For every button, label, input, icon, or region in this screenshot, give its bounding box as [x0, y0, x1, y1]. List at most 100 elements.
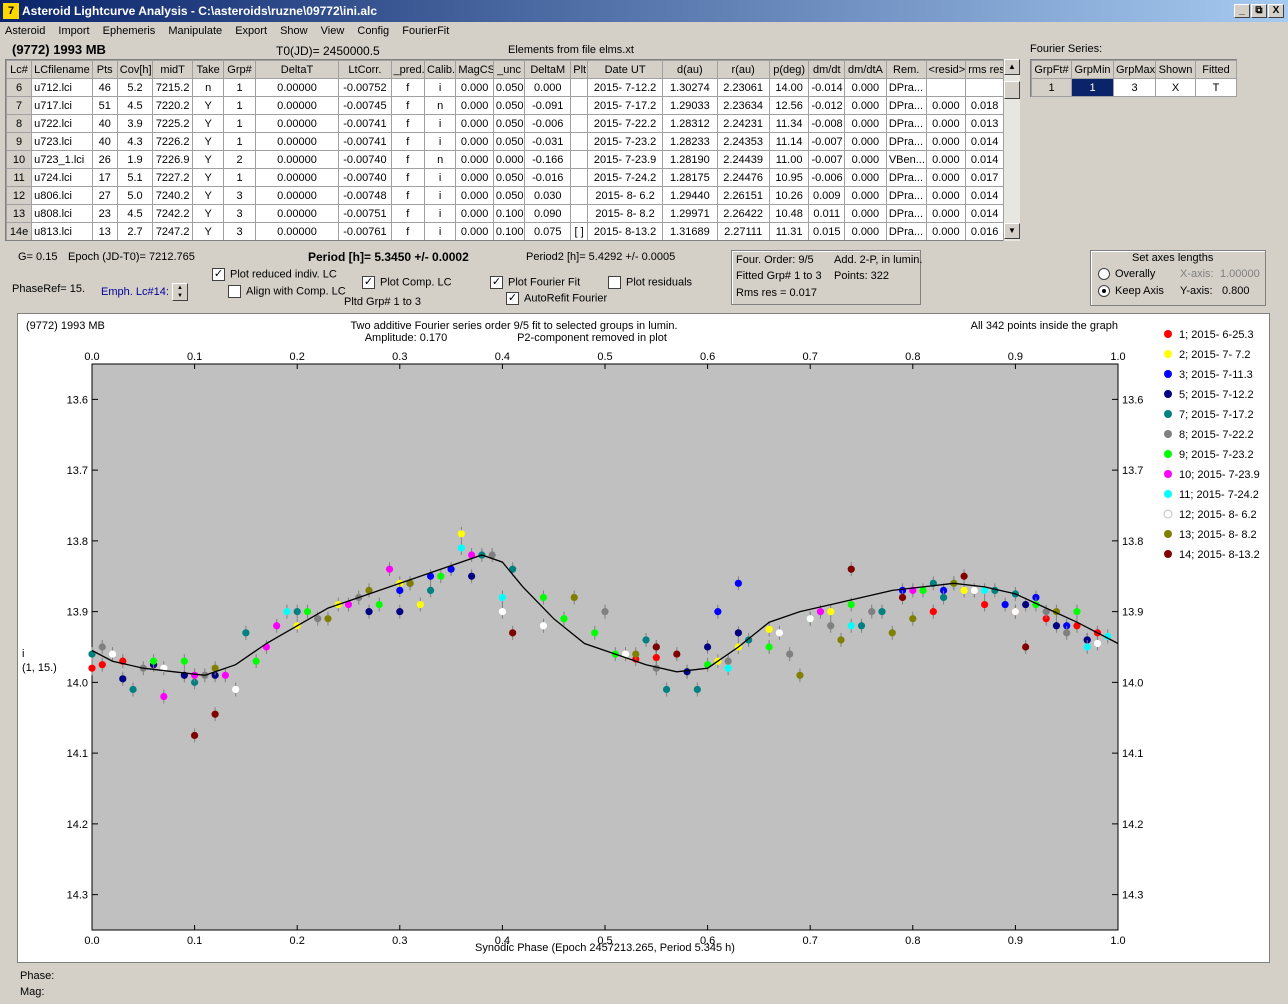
table-cell[interactable]: 1.28190 [662, 150, 718, 169]
table-cell[interactable]: 40 [91, 114, 118, 133]
table-cell[interactable]: -0.00740 [338, 150, 392, 169]
table-cell[interactable]: 0.050 [492, 132, 526, 151]
table-cell[interactable]: 0.000 [844, 204, 887, 223]
table-cell[interactable]: DPra... [885, 114, 927, 133]
table-cell[interactable]: -0.012 [808, 96, 846, 115]
table-cell[interactable]: 0.000 [844, 132, 887, 151]
table-cell[interactable]: i [423, 186, 457, 205]
table-cell[interactable]: 0.050 [492, 186, 526, 205]
table-cell[interactable]: 11.34 [768, 114, 810, 133]
table-cell[interactable]: 2.23061 [716, 78, 770, 97]
table-row[interactable]: 8 u722.lci 40 3.9 7225.2 Y 1 0.00000 -0.00741 f i 0… [6, 114, 1004, 133]
lightcurve-plot[interactable]: (9772) 1993 MB Two additive Fourier serie… [17, 313, 1270, 963]
table-cell[interactable]: 1 [223, 132, 256, 151]
fourier-series-table[interactable]: GrpFt# GrpMin GrpMax Shown Fitted 1 1 3 X T [1030, 59, 1237, 97]
column-header[interactable]: midT [152, 60, 193, 79]
table-cell[interactable]: u723_1.lci [31, 150, 93, 169]
table-cell[interactable]: 51 [91, 96, 118, 115]
scroll-thumb[interactable] [1004, 81, 1020, 99]
restore-button[interactable]: ⧉ [1251, 4, 1267, 18]
lightcurve-chart[interactable]: (9772) 1993 MB Two additive Fourier serie… [18, 314, 1269, 962]
column-header[interactable]: p(deg) [768, 60, 810, 79]
row-number[interactable]: 9 [6, 132, 33, 151]
table-cell[interactable]: 0.00000 [254, 114, 340, 133]
table-cell[interactable]: 0.000 [925, 114, 967, 133]
table-cell[interactable]: 0.000 [455, 150, 494, 169]
table-cell[interactable]: 2.24353 [716, 132, 770, 151]
table-cell[interactable]: 0.00000 [254, 78, 340, 97]
column-header[interactable]: <resid> [925, 60, 967, 79]
table-cell[interactable]: 1.9 [116, 150, 154, 169]
column-header[interactable]: Cov[h] [116, 60, 154, 79]
menu-manipulate[interactable]: Manipulate [163, 22, 227, 37]
table-cell[interactable]: 0.030 [524, 186, 572, 205]
table-cell[interactable] [570, 168, 588, 187]
table-cell[interactable]: DPra... [885, 132, 927, 151]
keep-axis-radio[interactable]: Keep Axis [1098, 285, 1164, 298]
table-cell[interactable]: 0.00000 [254, 186, 340, 205]
table-cell[interactable]: u722.lci [31, 114, 93, 133]
table-cell[interactable]: i [423, 204, 457, 223]
table-row[interactable]: 7 u717.lci 51 4.5 7220.2 Y 1 0.00000 -0.00745 f n 0… [6, 96, 1004, 115]
table-cell[interactable]: -0.00745 [338, 96, 392, 115]
column-header[interactable]: Grp# [223, 60, 256, 79]
table-cell[interactable]: i [423, 78, 457, 97]
fourier-column-header[interactable]: Fitted [1195, 60, 1237, 79]
fourier-cell[interactable]: 1 [1071, 78, 1114, 97]
table-cell[interactable]: 0.090 [524, 204, 572, 223]
table-cell[interactable]: 2015- 7-12.2 [586, 78, 664, 97]
row-number[interactable]: 14e [6, 222, 33, 240]
column-header[interactable]: Lc# [6, 60, 33, 79]
menu-asteroid[interactable]: Asteroid [0, 22, 50, 37]
column-header[interactable]: LCfilename [31, 60, 93, 79]
table-row[interactable]: 12 u806.lci 27 5.0 7240.2 Y 3 0.00000 -0.00748 f i… [6, 186, 1004, 205]
table-cell[interactable]: 0.017 [965, 168, 1004, 187]
table-cell[interactable]: 5.0 [116, 186, 154, 205]
menu-config[interactable]: Config [352, 22, 394, 37]
table-cell[interactable]: Y [191, 222, 225, 240]
table-cell[interactable]: 1 [223, 114, 256, 133]
table-cell[interactable]: 1 [223, 168, 256, 187]
table-cell[interactable]: 0.000 [925, 204, 967, 223]
table-cell[interactable]: DPra... [885, 222, 927, 240]
fourier-row[interactable]: 113XT [1031, 78, 1237, 97]
menu-import[interactable]: Import [53, 22, 94, 37]
table-cell[interactable]: 2015- 7-22.2 [586, 114, 664, 133]
table-cell[interactable]: 0.000 [925, 186, 967, 205]
table-row[interactable]: 13 u808.lci 23 4.5 7242.2 Y 3 0.00000 -0.00751 f i… [6, 204, 1004, 223]
table-cell[interactable]: -0.00740 [338, 168, 392, 187]
table-cell[interactable]: 2015- 8-13.2 [586, 222, 664, 240]
close-button[interactable]: X [1268, 4, 1284, 18]
table-cell[interactable]: 2015- 7-23.9 [586, 150, 664, 169]
table-cell[interactable]: 0.009 [808, 186, 846, 205]
yaxis-value[interactable]: 0.800 [1222, 285, 1250, 297]
fourier-cell[interactable]: 3 [1113, 78, 1156, 97]
table-cell[interactable]: 17 [91, 168, 118, 187]
table-cell[interactable]: 0.050 [492, 114, 526, 133]
table-cell[interactable]: 0.000 [455, 78, 494, 97]
table-cell[interactable]: 2.26422 [716, 204, 770, 223]
table-cell[interactable]: 0.100 [492, 222, 526, 240]
column-header[interactable]: DeltaT [254, 60, 340, 79]
table-cell[interactable]: 3.9 [116, 114, 154, 133]
table-cell[interactable]: 4.5 [116, 204, 154, 223]
table-cell[interactable]: 0.013 [965, 114, 1004, 133]
table-cell[interactable]: f [390, 132, 425, 151]
table-cell[interactable]: -0.00752 [338, 78, 392, 97]
table-cell[interactable]: 0.016 [965, 222, 1004, 240]
table-cell[interactable]: 1 [223, 96, 256, 115]
table-cell[interactable]: 2.24476 [716, 168, 770, 187]
table-cell[interactable]: 0.000 [925, 132, 967, 151]
table-cell[interactable]: f [390, 78, 425, 97]
column-header[interactable]: dm/dtA [844, 60, 887, 79]
column-header[interactable]: dm/dt [808, 60, 846, 79]
minimize-button[interactable]: _ [1234, 4, 1250, 18]
table-cell[interactable]: u717.lci [31, 96, 93, 115]
table-cell[interactable]: 0.000 [844, 114, 887, 133]
overally-radio[interactable]: Overally [1098, 268, 1155, 281]
table-cell[interactable]: n [423, 150, 457, 169]
table-cell[interactable]: i [423, 168, 457, 187]
table-cell[interactable]: Y [191, 168, 225, 187]
row-number[interactable]: 11 [6, 168, 33, 187]
table-row[interactable]: 10 u723_1.lci 26 1.9 7226.9 Y 2 0.00000 -0.00740… [6, 150, 1004, 169]
